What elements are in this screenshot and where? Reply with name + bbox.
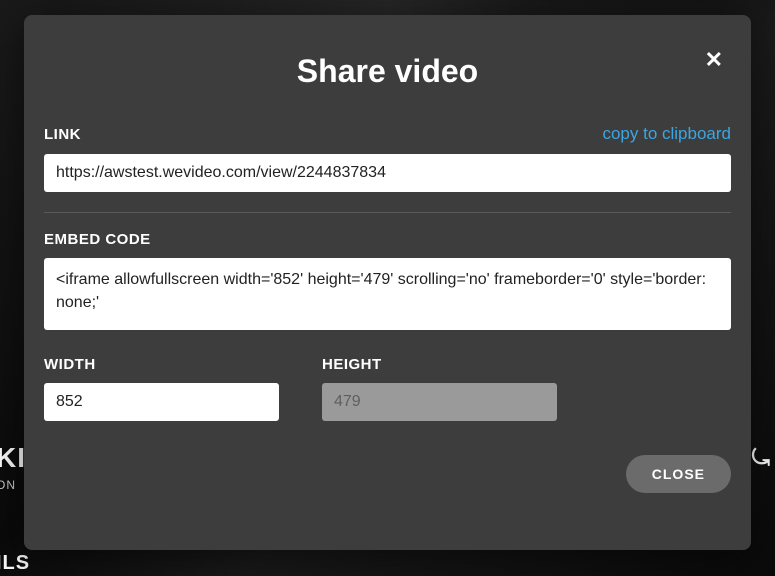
width-input[interactable] xyxy=(44,383,279,421)
copy-to-clipboard-button[interactable]: copy to clipboard xyxy=(602,124,731,144)
close-button[interactable]: CLOSE xyxy=(626,455,731,493)
height-label: HEIGHT xyxy=(322,356,600,373)
embed-code-textarea[interactable]: <iframe allowfullscreen width='852' heig… xyxy=(44,258,731,330)
modal-title: Share video xyxy=(44,53,731,90)
close-icon[interactable]: ✕ xyxy=(701,45,727,75)
divider xyxy=(44,212,731,213)
backdrop-fragment: KI xyxy=(0,442,26,474)
link-label: LINK xyxy=(44,126,81,143)
width-label: WIDTH xyxy=(44,356,322,373)
backdrop-fragment: ILS xyxy=(0,552,30,575)
embed-code-label: EMBED CODE xyxy=(44,231,151,248)
share-link-input[interactable] xyxy=(44,154,731,192)
backdrop-fragment: ⤿ xyxy=(752,445,770,471)
share-video-modal: ✕ Share video LINK copy to clipboard EMB… xyxy=(24,15,751,550)
height-input xyxy=(322,383,557,421)
backdrop-fragment: ON xyxy=(0,478,16,492)
